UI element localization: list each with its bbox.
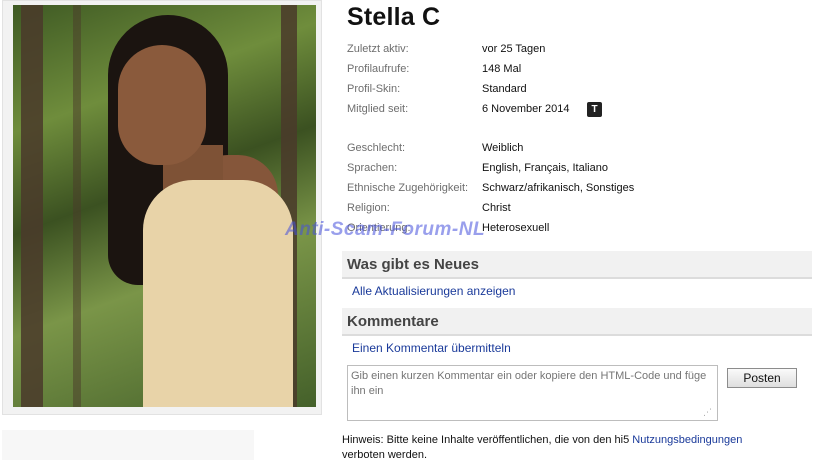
tree-trunk: [73, 5, 81, 407]
view-all-updates-link[interactable]: Alle Aktualisierungen anzeigen: [352, 284, 515, 298]
profile-info-label: Mitglied seit:: [347, 103, 409, 115]
profile-info-value: Standard: [482, 83, 527, 95]
terms-link[interactable]: Nutzungsbedingungen: [632, 434, 742, 446]
notice-text: Hinweis: Bitte keine Inhalte veröffentli…: [342, 434, 633, 446]
profile-info-label: Sprachen:: [347, 162, 398, 174]
profile-info-label: Profilaufrufe:: [347, 63, 410, 75]
profile-info-label: Geschlecht:: [347, 142, 406, 154]
watermark: Anti-Scam-Forum-NL: [285, 219, 486, 240]
resize-handle-icon[interactable]: ⋰: [703, 406, 715, 418]
person-face: [118, 45, 206, 165]
profile-info-label: Religion:: [347, 202, 390, 214]
profile-name: Stella C: [347, 3, 441, 31]
profile-info-value: Heterosexuell: [482, 222, 550, 234]
profile-info-label: Zuletzt aktiv:: [347, 43, 409, 55]
profile-photo[interactable]: [13, 5, 316, 407]
terms-notice: Hinweis: Bitte keine Inhalte veröffentli…: [342, 433, 812, 460]
submit-comment-link[interactable]: Einen Kommentar übermitteln: [352, 341, 511, 355]
profile-info-label: Ethnische Zugehörigkeit:: [347, 182, 469, 194]
news-section-title: Was gibt es Neues: [342, 251, 812, 279]
photo-column: [0, 0, 322, 460]
notice-suffix: verboten werden.: [342, 449, 427, 460]
profile-info-value: 148 Mal: [482, 63, 522, 75]
member-badge-icon[interactable]: T: [587, 102, 602, 117]
photo-caption-bar: [2, 430, 254, 460]
post-button[interactable]: Posten: [727, 368, 797, 388]
profile-info-value: vor 25 Tagen: [482, 43, 546, 55]
person-top: [143, 180, 293, 407]
profile-info-label: Profil-Skin:: [347, 83, 401, 95]
comments-section-title: Kommentare: [342, 308, 812, 336]
comment-input[interactable]: [347, 365, 718, 421]
photo-frame: [2, 0, 322, 415]
profile-info-value: 6 November 2014: [482, 103, 570, 115]
profile-info-value: Weiblich: [482, 142, 524, 154]
profile-info-value: Christ: [482, 202, 511, 214]
profile-info-value: Schwarz/afrikanisch, Sonstiges: [482, 182, 635, 194]
tree-trunk: [21, 5, 43, 407]
profile-info-value: English, Français, Italiano: [482, 162, 608, 174]
